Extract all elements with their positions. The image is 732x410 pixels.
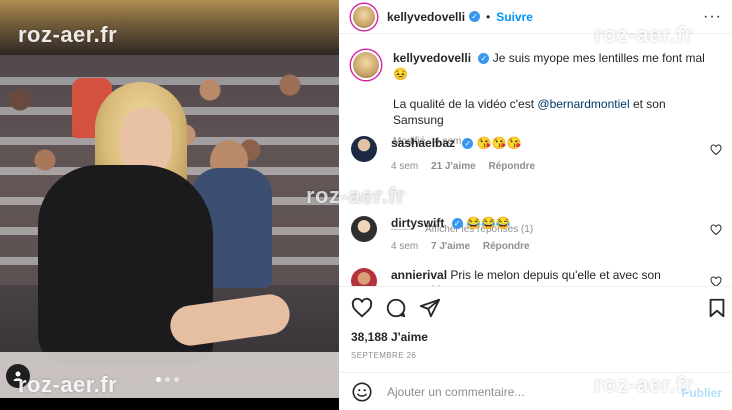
comment-username[interactable]: annierival	[391, 268, 447, 282]
mention-link[interactable]: @bernardmontiel	[537, 97, 629, 111]
share-send-icon[interactable]	[419, 297, 441, 319]
comment-time: 4 sem	[391, 161, 419, 172]
verified-badge-icon: ✓	[469, 11, 481, 22]
watermark: roz-aer.fr	[18, 22, 118, 47]
bookmark-icon[interactable]	[706, 297, 728, 319]
watermark: roz-aer.fr	[594, 22, 694, 47]
comments-scroll-area[interactable]: kellyvedovelli ✓ Je suis myope mes lenti…	[339, 38, 732, 286]
comment-username[interactable]: sashaelbaz	[391, 136, 455, 150]
comment-likes[interactable]: 21 J'aime	[431, 161, 476, 172]
separator-dot: •	[486, 9, 491, 24]
more-options-icon[interactable]: ···	[703, 8, 722, 26]
heart-icon[interactable]	[710, 224, 722, 236]
comment-text: 😘😘😘	[476, 136, 522, 150]
caption-line-2-prefix: La qualité de la vidéo c'est	[393, 97, 538, 111]
comment-item: dirtyswift ✓ 😂😂😂 4 sem 7 J'aime Répondre	[351, 216, 726, 254]
carousel-dot	[156, 377, 161, 382]
carousel-dot	[174, 377, 179, 382]
verified-badge-icon: ✓	[451, 218, 463, 230]
reply-button[interactable]: Répondre	[483, 241, 530, 252]
verified-badge-icon: ✓	[462, 138, 474, 150]
reply-button[interactable]: Répondre	[488, 161, 535, 172]
comment-item: annierival Pris le melon depuis qu'elle …	[351, 268, 726, 286]
comment-avatar[interactable]	[351, 136, 377, 162]
carousel-dot	[165, 377, 170, 382]
comment-body: sashaelbaz ✓ 😘😘😘 4 sem 21 J'aime Répondr…	[391, 136, 691, 174]
comment-avatar[interactable]	[351, 216, 377, 242]
caption-text: kellyvedovelli ✓ Je suis myope mes lenti…	[393, 50, 713, 150]
comment-body: annierival Pris le melon depuis qu'elle …	[391, 268, 691, 286]
watermark: roz-aer.fr	[18, 372, 118, 397]
caption-line-2: La qualité de la vidéo c'est @bernardmon…	[393, 96, 713, 128]
heart-icon[interactable]	[710, 144, 722, 156]
comment-username[interactable]: dirtyswift	[391, 216, 444, 230]
caption-username[interactable]: kellyvedovelli	[393, 51, 471, 65]
likes-count[interactable]: 38,188 J'aime	[351, 330, 428, 344]
comment-avatar[interactable]	[351, 268, 377, 286]
comment-likes[interactable]: 7 J'aime	[431, 241, 470, 252]
post-username[interactable]: kellyvedovelli	[387, 10, 465, 24]
watermark: roz-aer.fr	[306, 183, 406, 208]
comment-bubble-icon[interactable]	[385, 297, 407, 319]
comment-time: 4 sem	[391, 241, 419, 252]
comment-item: sashaelbaz ✓ 😘😘😘 4 sem 21 J'aime Répondr…	[351, 136, 726, 174]
watermark: roz-aer.fr	[594, 372, 694, 397]
follow-button[interactable]: Suivre	[496, 10, 533, 24]
post-photo[interactable]	[0, 0, 339, 398]
carousel-dots	[156, 377, 179, 382]
caption-avatar[interactable]	[351, 50, 381, 80]
action-bar	[339, 286, 732, 326]
like-heart-icon[interactable]	[351, 297, 373, 319]
heart-icon[interactable]	[710, 276, 722, 286]
comment-meta: 4 sem 7 J'aime Répondre	[391, 239, 691, 254]
post-caption: kellyvedovelli ✓ Je suis myope mes lenti…	[351, 50, 721, 150]
comment-meta: 4 sem 21 J'aime Répondre	[391, 159, 691, 174]
post-date: SEPTEMBRE 26	[351, 351, 417, 360]
instagram-post-frame: kellyvedovelli ✓ • Suivre ··· kellyvedov…	[0, 0, 732, 410]
avatar[interactable]	[351, 3, 377, 30]
verified-badge-icon: ✓	[478, 53, 490, 65]
comment-body: dirtyswift ✓ 😂😂😂 4 sem 7 J'aime Répondre	[391, 216, 691, 254]
emoji-icon[interactable]	[351, 381, 373, 403]
comment-text: 😂😂😂	[466, 216, 511, 230]
